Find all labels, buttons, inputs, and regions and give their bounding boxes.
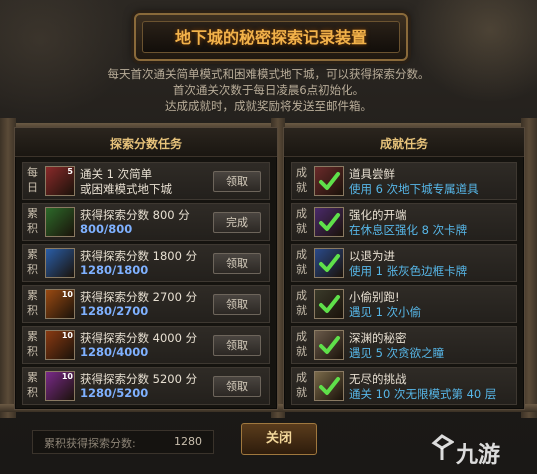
task-card-icon: 10 xyxy=(45,289,75,319)
achievement-tag: 成就 xyxy=(296,166,307,194)
task-description: 获得探索分数 4000 分 xyxy=(80,331,198,345)
achievement-tag: 成就 xyxy=(296,207,307,235)
task-progress: 1280/1800 xyxy=(80,263,149,277)
achievement-condition: 遇见 5 次贪欲之瞳 xyxy=(349,346,445,360)
task-card-icon xyxy=(45,207,75,237)
achievement-name: 小偷别跑! xyxy=(349,290,400,304)
watermark-logo-icon xyxy=(431,434,454,460)
card-level-label: 10 xyxy=(61,372,73,381)
achievement-check-icon xyxy=(314,248,344,278)
achievement-condition: 通关 10 次无限模式第 40 层 xyxy=(349,387,497,401)
achievement-name: 无尽的挑战 xyxy=(349,372,407,386)
achievement-condition: 使用 6 次地下城专属道具 xyxy=(349,182,479,196)
watermark: 九游 xyxy=(456,443,501,468)
task-card-icon xyxy=(45,248,75,278)
claim-button[interactable]: 完成 xyxy=(213,212,261,233)
achievement-tag: 成就 xyxy=(296,248,307,276)
task-description: 通关 1 次简单 xyxy=(80,167,153,181)
card-level-label: 10 xyxy=(61,331,73,340)
achievement-name: 以退为进 xyxy=(349,249,395,263)
score-task-row: 累积 10 获得探索分数 5200 分 1280/5200 领取 xyxy=(22,367,270,405)
task-type-tag: 累积 xyxy=(27,371,38,399)
score-task-row: 累积 获得探索分数 1800 分 1280/1800 领取 xyxy=(22,244,270,282)
task-progress: 1280/5200 xyxy=(80,386,149,400)
task-type-tag: 累积 xyxy=(27,289,38,317)
task-progress: 1280/4000 xyxy=(80,345,149,359)
achievement-condition: 在休息区强化 8 次卡牌 xyxy=(349,223,468,237)
claim-button[interactable]: 领取 xyxy=(213,294,261,315)
task-card-icon: 10 xyxy=(45,371,75,401)
achievement-check-icon xyxy=(314,289,344,319)
task-progress: 800/800 xyxy=(80,222,133,236)
achievement-check-icon xyxy=(314,330,344,360)
achievement-row: 成就 深渊的秘密 遇见 5 次贪欲之瞳 xyxy=(291,326,517,364)
achievement-name: 强化的开端 xyxy=(349,208,407,222)
score-task-row: 累积 10 获得探索分数 2700 分 1280/2700 领取 xyxy=(22,285,270,323)
score-task-row: 累积 10 获得探索分数 4000 分 1280/4000 领取 xyxy=(22,326,270,364)
achievement-panel: 成就任务 成就 道具尝鲜 使用 6 次地下城专属道具 成就 强化的开端 在休息区强化 8 … xyxy=(283,127,525,410)
achievement-name: 深渊的秘密 xyxy=(349,331,407,345)
description-line-2: 首次通关次数于每日凌晨6点初始化。 xyxy=(172,83,365,97)
achievement-check-icon xyxy=(314,166,344,196)
window-title: 地下城的秘密探索记录装置 xyxy=(174,28,367,47)
task-description: 获得探索分数 2700 分 xyxy=(80,290,198,304)
achievement-title: 成就任务 xyxy=(379,137,428,151)
task-type-tag: 累积 xyxy=(27,207,38,235)
task-progress: 1280/2700 xyxy=(80,304,149,318)
score-task-title: 探索分数任务 xyxy=(109,137,182,151)
achievement-row: 成就 道具尝鲜 使用 6 次地下城专属道具 xyxy=(291,162,517,200)
title-plate: 地下城的秘密探索记录装置 xyxy=(134,13,408,61)
task-description: 获得探索分数 1800 分 xyxy=(80,249,198,263)
score-task-row: 每日 5 通关 1 次简单 或困难模式地下城 领取 xyxy=(22,162,270,200)
description-line-1: 每天首次通关简单模式和困难模式地下城，可以获得探索分数。 xyxy=(107,67,430,81)
card-level-label: 5 xyxy=(67,167,73,176)
task-type-tag: 累积 xyxy=(27,330,38,358)
achievement-row: 成就 以退为进 使用 1 张灰色边框卡牌 xyxy=(291,244,517,282)
achievement-condition: 使用 1 张灰色边框卡牌 xyxy=(349,264,468,278)
claim-button[interactable]: 领取 xyxy=(213,171,261,192)
task-card-icon: 10 xyxy=(45,330,75,360)
task-type-tag: 每日 xyxy=(27,166,38,194)
card-level-label: 10 xyxy=(61,290,73,299)
claim-button[interactable]: 领取 xyxy=(213,376,261,397)
score-task-panel: 探索分数任务 每日 5 通关 1 次简单 或困难模式地下城 领取 累积 获得探索分数 800… xyxy=(14,127,278,410)
achievement-check-icon xyxy=(314,371,344,401)
close-button[interactable]: 关闭 xyxy=(241,423,317,455)
score-summary-label: 累积获得探索分数: xyxy=(44,437,136,450)
achievement-row: 成就 强化的开端 在休息区强化 8 次卡牌 xyxy=(291,203,517,241)
achievement-condition: 遇见 1 次小偷 xyxy=(349,305,422,319)
achievement-row: 成就 无尽的挑战 通关 10 次无限模式第 40 层 xyxy=(291,367,517,405)
score-task-row: 累积 获得探索分数 800 分 800/800 完成 xyxy=(22,203,270,241)
description-line-3: 达成成就时，成就奖励将发送至邮件箱。 xyxy=(165,99,372,113)
task-description: 获得探索分数 800 分 xyxy=(80,208,190,222)
claim-button[interactable]: 领取 xyxy=(213,335,261,356)
claim-button[interactable]: 领取 xyxy=(213,253,261,274)
task-description: 获得探索分数 5200 分 xyxy=(80,372,198,386)
task-type-tag: 累积 xyxy=(27,248,38,276)
task-card-icon: 5 xyxy=(45,166,75,196)
task-description-2: 或困难模式地下城 xyxy=(80,182,172,196)
achievement-tag: 成就 xyxy=(296,371,307,399)
score-summary-value: 1280 xyxy=(174,435,202,448)
achievement-name: 道具尝鲜 xyxy=(349,167,395,181)
achievement-check-icon xyxy=(314,207,344,237)
achievement-tag: 成就 xyxy=(296,330,307,358)
achievement-tag: 成就 xyxy=(296,289,307,317)
achievement-row: 成就 小偷别跑! 遇见 1 次小偷 xyxy=(291,285,517,323)
